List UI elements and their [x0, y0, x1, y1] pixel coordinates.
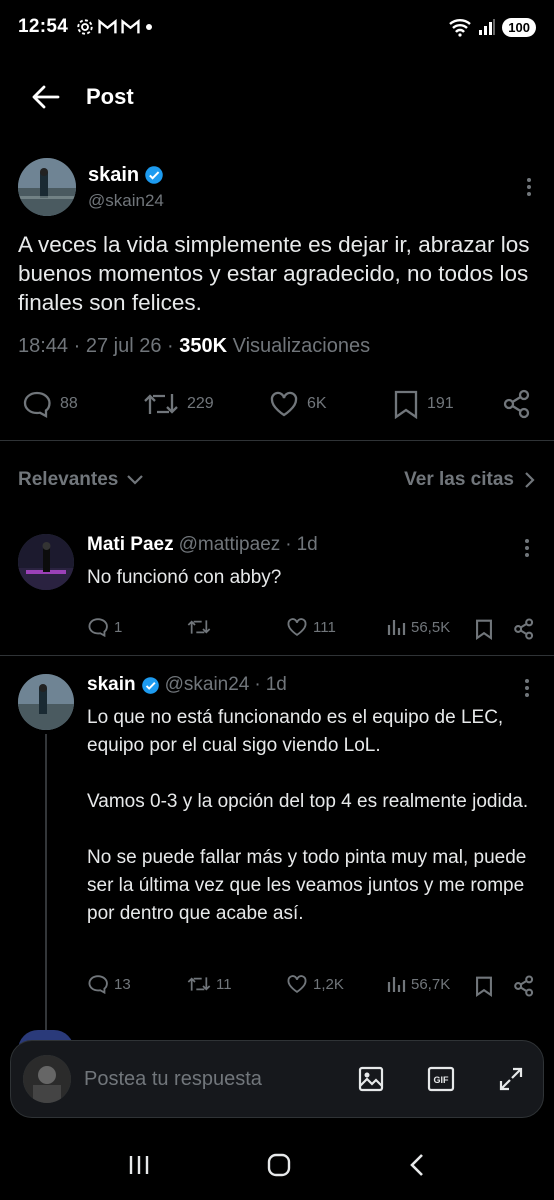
post-meta: 18:44 · 27 jul 26 · 350K Visualizaciones	[18, 335, 371, 357]
share-icon	[503, 389, 530, 419]
main-post: skain @skain24 A veces la vida simplemen…	[0, 156, 554, 419]
author-name[interactable]: skain	[88, 164, 139, 187]
sort-bar: Relevantes Ver las citas	[0, 462, 554, 498]
back-arrow-icon[interactable]	[30, 84, 60, 110]
reply-icon	[88, 975, 108, 994]
settings-icon	[77, 19, 93, 35]
reply-button[interactable]: 88	[22, 390, 78, 418]
repost-button[interactable]: 229	[143, 390, 214, 418]
repost-button[interactable]: 11	[187, 974, 232, 994]
svg-text:GIF: GIF	[434, 1075, 450, 1085]
view-quotes-link[interactable]: Ver las citas	[404, 469, 536, 491]
avatar[interactable]	[18, 534, 74, 590]
recent-apps-icon[interactable]	[127, 1153, 151, 1177]
analytics-icon	[387, 977, 406, 992]
share-icon[interactable]	[513, 618, 535, 640]
more-options-icon[interactable]	[524, 538, 530, 558]
expand-icon	[499, 1067, 523, 1091]
status-bar: 12:54 100	[0, 0, 554, 54]
repost-button[interactable]	[187, 617, 216, 637]
reply-icon	[23, 391, 51, 418]
reply-time: 1d	[265, 674, 287, 695]
status-time: 12:54	[18, 16, 69, 37]
wifi-icon	[449, 19, 472, 37]
gif-icon: GIF	[427, 1066, 455, 1092]
post-actions: 88 229 6K 191	[0, 384, 554, 424]
gmail-icon	[98, 19, 117, 34]
reply-button[interactable]: 1	[87, 617, 122, 637]
analytics-icon	[387, 620, 406, 635]
repost-icon	[187, 620, 211, 634]
notification-dot-icon	[146, 24, 153, 30]
image-button[interactable]	[351, 1065, 391, 1093]
heart-icon	[287, 975, 307, 993]
gif-button[interactable]: GIF	[421, 1065, 461, 1093]
share-icon[interactable]	[513, 975, 535, 997]
reply-author-handle[interactable]: @skain24	[165, 674, 250, 696]
avatar[interactable]	[18, 158, 76, 216]
repost-icon	[144, 394, 178, 414]
reply-actions: 13 11 1,2K 56,7K	[87, 974, 537, 1000]
divider	[0, 440, 554, 441]
more-options-icon[interactable]	[526, 177, 532, 197]
reply-icon	[88, 618, 108, 637]
views-label: Visualizaciones	[232, 335, 371, 357]
avatar[interactable]	[23, 1055, 71, 1103]
reply-time: 1d	[296, 534, 318, 555]
views-count: 350K	[179, 335, 228, 357]
views-button[interactable]: 56,7K	[386, 974, 450, 994]
like-button[interactable]: 1,2K	[286, 974, 344, 994]
page-title: Post	[86, 84, 134, 109]
reply-item[interactable]: skain @skain24 · 1d Lo que no está funci…	[0, 674, 554, 1034]
bookmark-button[interactable]: 191	[393, 389, 454, 419]
chevron-right-icon	[525, 472, 535, 488]
reply-author-name[interactable]: skain	[87, 674, 136, 696]
reply-button[interactable]: 13	[87, 974, 131, 994]
heart-icon	[287, 618, 307, 636]
like-button[interactable]: 6K	[269, 390, 327, 418]
post-text: A veces la vida simplemente es dejar ir,…	[18, 232, 530, 315]
post-date: 27 jul 26	[85, 335, 162, 357]
repost-icon	[187, 977, 211, 991]
thread-line	[45, 734, 47, 1034]
chevron-down-icon	[127, 475, 144, 485]
top-bar: Post	[0, 70, 554, 124]
post-time: 18:44	[18, 335, 69, 357]
reply-text: Lo que no está funcionando es el equipo …	[87, 704, 537, 928]
signal-icon	[479, 19, 496, 35]
compose-bar: Postea tu respuesta GIF	[10, 1040, 544, 1118]
reply-input[interactable]: Postea tu respuesta	[84, 1068, 321, 1091]
reply-paragraph: Vamos 0-3 y la opción del top 4 es realm…	[87, 791, 529, 812]
like-button[interactable]: 111	[286, 617, 336, 637]
battery-indicator: 100	[502, 17, 536, 37]
system-nav-bar	[0, 1130, 554, 1200]
bookmark-icon[interactable]	[475, 618, 493, 640]
divider	[0, 655, 554, 656]
back-icon[interactable]	[407, 1152, 427, 1178]
avatar[interactable]	[18, 674, 74, 730]
views-button[interactable]: 56,5K	[386, 617, 450, 637]
reply-actions: 1 111 56,5K	[87, 617, 537, 643]
heart-icon	[270, 391, 298, 417]
expand-button[interactable]	[491, 1065, 531, 1093]
reply-text: No funcionó con abby?	[87, 567, 282, 588]
author-handle[interactable]: @skain24	[88, 191, 164, 211]
image-icon	[358, 1066, 384, 1092]
bookmark-icon	[394, 390, 418, 419]
reply-author-name[interactable]: Mati Paez	[87, 534, 174, 556]
reply-paragraph: Lo que no está funcionando es el equipo …	[87, 707, 504, 756]
reply-item[interactable]: Mati Paez @mattipaez · 1d No funcionó co…	[0, 534, 554, 644]
bookmark-icon[interactable]	[475, 975, 493, 997]
home-icon[interactable]	[266, 1152, 292, 1178]
gmail-icon	[121, 19, 140, 34]
sort-relevance-dropdown[interactable]: Relevantes	[18, 469, 144, 491]
reply-author-handle[interactable]: @mattipaez	[179, 534, 281, 556]
verified-badge-icon	[145, 166, 163, 184]
share-button[interactable]	[502, 389, 532, 419]
verified-badge-icon	[141, 676, 159, 694]
more-options-icon[interactable]	[524, 678, 530, 698]
reply-paragraph: No se puede fallar más y todo pinta muy …	[87, 847, 527, 924]
